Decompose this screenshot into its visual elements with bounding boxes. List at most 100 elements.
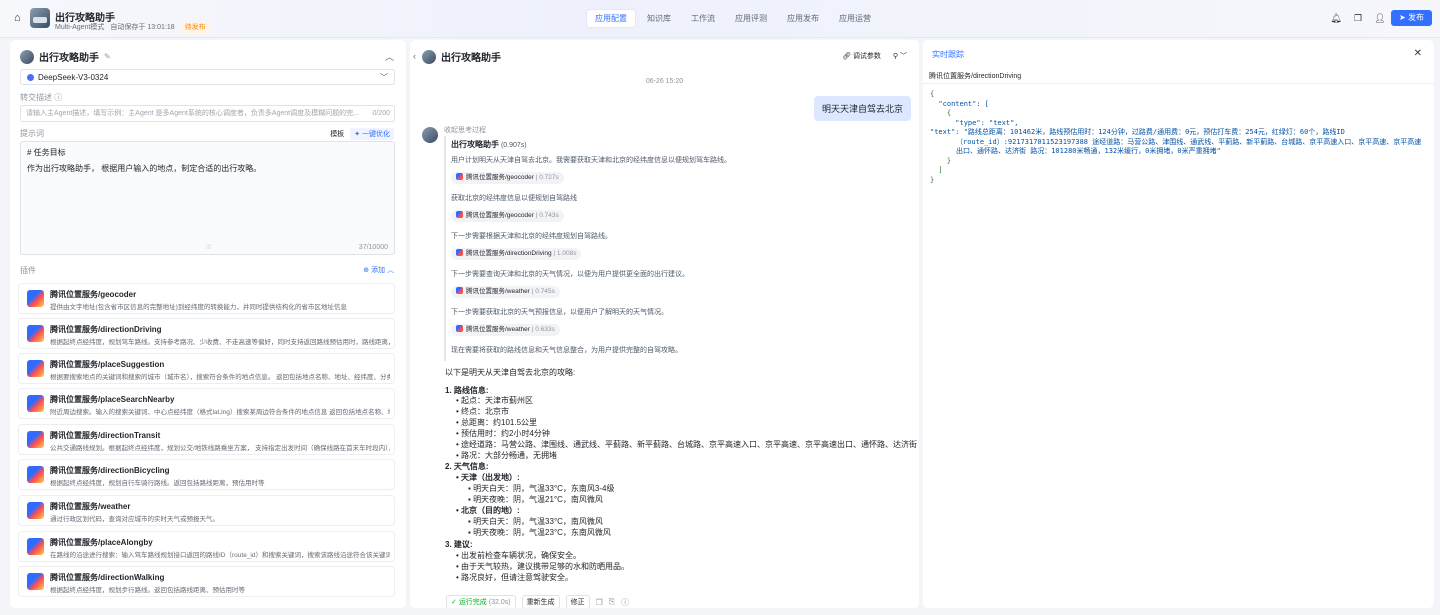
answer-item: • 途经道路：马营公路、津围线、通武线、平蓟路、新平蓟路、台城路、京平高速入口、… xyxy=(456,439,917,450)
json-line: "content": [ xyxy=(930,100,1428,110)
chat-panel: ‹ 出行攻略助手 🔗︎ 调试参数 ⚲ ﹀ 06-26 15:20 明天天津自驾去… xyxy=(410,40,919,608)
broom-icon[interactable]: ⚲ ﹀ xyxy=(893,51,907,61)
thinking-step: 下一步需要根据天津和北京的经纬度规划自驾路线。 xyxy=(451,231,612,241)
plugin-card[interactable]: 腾讯位置服务/placeSuggestion根据要搜索地点的关键词和搜索的城市（… xyxy=(18,353,395,384)
plugin-card[interactable]: 腾讯位置服务/directionTransit公共交通路线规划。根据起终点经纬度… xyxy=(18,424,395,455)
chat-header: 出行攻略助手 xyxy=(422,49,501,64)
chat-agent-name: 出行攻略助手 xyxy=(441,49,501,64)
top-nav: 应用配置 知识库 工作流 应用评测 应用发布 应用运营 xyxy=(587,10,879,27)
map-service-icon xyxy=(27,502,44,519)
chevron-down-icon: ﹀ xyxy=(380,72,388,83)
model-icon xyxy=(27,74,34,81)
plugin-desc: 根据起终点经纬度，规划步行路线。返回包括路线距离、预估用时等 xyxy=(50,584,390,594)
thinking-step: 下一步需要查询天津和北京的天气情况，以便为用户提供更全面的出行建议。 xyxy=(451,269,689,279)
prompt-tools: 模板 ✦ 一键优化 xyxy=(330,128,394,140)
thinking-step: 用户计划明天从天津自驾去北京。我需要获取天津和北京的经纬度信息以便规划驾车路线。 xyxy=(451,155,731,165)
tab-evaluation[interactable]: 应用评测 xyxy=(727,10,775,27)
thinking-step: 获取北京的经纬度信息以便规划自驾路线 xyxy=(451,193,577,203)
prompt-textarea[interactable]: # 任务目标 作为出行攻略助手， 根据用户输入的地点，制定合适的出行攻略。 ⁞⁞… xyxy=(20,141,395,255)
resize-handle[interactable]: ⁞⁞⁞ xyxy=(206,245,211,251)
answer-item: • 终点：北京市 xyxy=(456,406,509,417)
tool-call-chip[interactable]: 腾讯位置服务/directionDriving | 1.008s xyxy=(451,248,581,260)
chevron-up-icon[interactable]: ︿ xyxy=(385,50,394,63)
map-service-icon xyxy=(456,211,463,218)
edit-icon[interactable]: ✎ xyxy=(104,52,111,61)
plugin-name: 腾讯位置服务/weather xyxy=(50,501,130,512)
plugin-card[interactable]: 腾讯位置服务/weather通过行政区划代码，查询对应城市的实时天气或预报天气。 xyxy=(18,495,395,526)
bot-name-line: 出行攻略助手 (0.907s) xyxy=(451,139,527,150)
trace-title: 实时跟踪 xyxy=(932,49,964,60)
json-line: { xyxy=(930,90,1428,100)
close-icon[interactable]: ✕ xyxy=(1414,48,1422,59)
message-actions: ✓ 运行完成 (32.0s) 重新生成 修正 ❐ ⎘ ⓘ xyxy=(446,595,629,608)
save-status: 自动保存于 13:01:18 xyxy=(110,22,174,32)
tab-app-publish[interactable]: 应用发布 xyxy=(779,10,827,27)
json-line: { xyxy=(930,109,1428,119)
collapse-thinking-button[interactable]: 收起思考过程 xyxy=(444,125,486,135)
plugin-desc: 根据起终点经纬度，规划自行车骑行路线。返回包括路线距离，预估用时等 xyxy=(50,477,390,487)
tool-call-chip[interactable]: 腾讯位置服务/geocoder | 0.727s xyxy=(451,172,564,184)
json-line: } xyxy=(930,157,1428,167)
map-service-icon xyxy=(456,325,463,332)
map-service-icon xyxy=(27,573,44,590)
plugin-name: 腾讯位置服务/placeSuggestion xyxy=(50,359,164,370)
message-timestamp: 06-26 15:20 xyxy=(410,78,919,85)
copy-icon[interactable]: ❐ xyxy=(596,598,603,607)
tab-workflow[interactable]: 工作流 xyxy=(683,10,723,27)
plugin-name: 腾讯位置服务/geocoder xyxy=(50,289,136,300)
plugin-card[interactable]: 腾讯位置服务/geocoder提供由文字地址(包含省市区信息的完整地址)到经纬度… xyxy=(18,283,395,314)
optimize-button[interactable]: ✦ 一键优化 xyxy=(350,128,394,140)
plugin-card[interactable]: 腾讯位置服务/directionWalking根据起终点经纬度，规划步行路线。返… xyxy=(18,566,395,597)
tool-call-chip[interactable]: 腾讯位置服务/geocoder | 0.743s xyxy=(451,210,564,222)
plugins-label: 插件 xyxy=(20,265,395,276)
export-icon[interactable]: ⎘ xyxy=(609,597,615,607)
plugin-desc: 根据要搜索地点的关键词和搜索的城市（城市名），搜索符合条件的地点信息。 返回包括… xyxy=(50,371,390,381)
answer-item: ▪ 明天白天：阴，气温33°C，南风微风 xyxy=(468,516,603,527)
answer-item: • 出发前检查车辆状况，确保安全。 xyxy=(456,550,581,561)
plugin-card[interactable]: 腾讯位置服务/directionDriving根据起终点经纬度，规划驾车路线。支… xyxy=(18,318,395,349)
app-mode: Multi-Agent模式 xyxy=(55,22,104,32)
chevron-left-icon[interactable]: ‹ xyxy=(413,51,416,61)
app-avatar xyxy=(30,8,50,28)
correct-button[interactable]: 修正 xyxy=(566,595,590,608)
tab-knowledge-base[interactable]: 知识库 xyxy=(639,10,679,27)
answer-subtitle: • 天津（出发地）: xyxy=(456,472,520,483)
regenerate-button[interactable]: 重新生成 xyxy=(522,595,560,608)
plugin-card[interactable]: 腾讯位置服务/placeSearchNearby附近周边搜索。输入的搜索关键词、… xyxy=(18,388,395,419)
tab-operations[interactable]: 应用运营 xyxy=(831,10,879,27)
json-line: } xyxy=(930,176,1428,186)
answer-item: • 预估用时：约2小时4分钟 xyxy=(456,428,550,439)
tab-app-config[interactable]: 应用配置 xyxy=(587,10,635,27)
plugin-name: 腾讯位置服务/directionBicycling xyxy=(50,465,170,476)
answer-item: • 总距离：约101.5公里 xyxy=(456,417,537,428)
app-subtitle: Multi-Agent模式 自动保存于 13:01:18 待发布 xyxy=(55,21,210,33)
json-line: ] xyxy=(930,166,1428,176)
plugin-card[interactable]: 腾讯位置服务/placeAlongby在路线的沿途进行搜索：输入驾车路线规划接口… xyxy=(18,531,395,562)
agent-header: 出行攻略助手 ✎ xyxy=(20,49,111,64)
copy-icon[interactable]: ❐ xyxy=(1352,12,1364,24)
bell-icon[interactable]: 🔔︎ xyxy=(1330,12,1342,24)
plugin-card[interactable]: 腾讯位置服务/directionBicycling根据起终点经纬度，规划自行车骑… xyxy=(18,459,395,490)
template-button[interactable]: 模板 xyxy=(330,129,344,139)
top-header: ⌂ 出行攻略助手 Multi-Agent模式 自动保存于 13:01:18 待发… xyxy=(0,0,1440,38)
tool-call-chip[interactable]: 腾讯位置服务/weather | 0.633s xyxy=(451,324,560,336)
handoff-input[interactable]: 请输入主Agent描述，填写示例：主Agent 是多Agent系统的核心调度者，… xyxy=(20,105,395,122)
model-select[interactable]: DeepSeek-V3-0324 ﹀ xyxy=(20,69,395,85)
map-service-icon xyxy=(27,360,44,377)
link-icon: 🔗︎ xyxy=(842,53,851,60)
home-icon[interactable]: ⌂ xyxy=(14,12,26,24)
thinking-summary: 现在需要将获取的路线信息和天气信息整合，为用户提供完整的自驾攻略。 xyxy=(451,345,682,355)
user-icon[interactable]: 👤︎ xyxy=(1374,12,1386,24)
model-value: DeepSeek-V3-0324 xyxy=(38,73,108,82)
info-icon[interactable]: ⓘ xyxy=(621,597,629,608)
add-plugin-button[interactable]: ⊕ 添加 ︿ xyxy=(363,265,394,275)
run-status-badge: ✓ 运行完成 (32.0s) xyxy=(446,595,516,608)
tool-call-chip[interactable]: 腾讯位置服务/weather | 0.745s xyxy=(451,286,560,298)
map-service-icon xyxy=(27,538,44,555)
publish-label: 发布 xyxy=(1408,13,1424,22)
debug-params-button[interactable]: 🔗︎ 调试参数 xyxy=(842,51,881,61)
plugin-name: 腾讯位置服务/directionTransit xyxy=(50,430,160,441)
publish-button[interactable]: ➤ 发布 xyxy=(1391,10,1432,26)
user-message: 明天天津自驾去北京 xyxy=(814,96,911,121)
map-service-icon xyxy=(456,249,463,256)
